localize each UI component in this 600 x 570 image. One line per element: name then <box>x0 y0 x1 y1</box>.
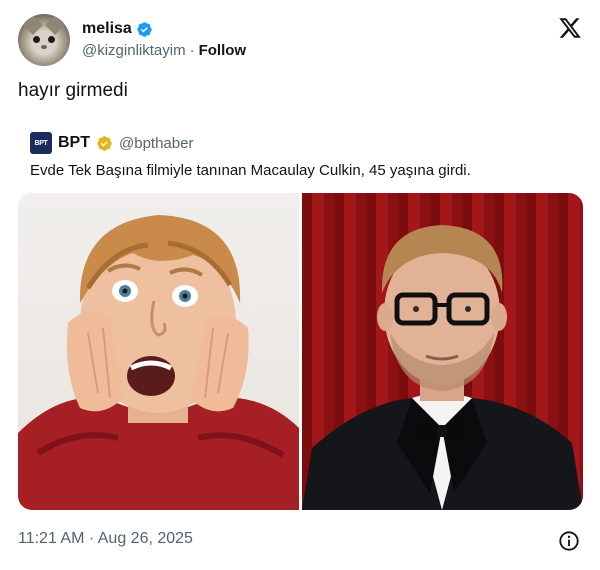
quoted-display-name: BPT <box>58 134 90 151</box>
verified-icon <box>137 21 152 37</box>
author-handle-row: @kizginliktayim · Follow <box>82 42 246 59</box>
photo-red-carpet[interactable] <box>302 193 583 510</box>
quoted-media[interactable] <box>18 193 583 510</box>
info-icon[interactable] <box>558 530 580 552</box>
quoted-tweet-header[interactable]: BPT BPT @bpthaber <box>30 132 193 154</box>
author-handle[interactable]: @kizginliktayim <box>82 42 186 59</box>
quoted-handle: @bpthaber <box>119 134 194 152</box>
bpt-logo-icon: BPT <box>30 132 52 154</box>
author-name-row: melisa <box>82 20 153 38</box>
follow-button[interactable]: Follow <box>199 42 247 59</box>
avatar[interactable] <box>18 14 70 66</box>
separator-dot: · <box>189 42 195 59</box>
tweet-header: melisa @kizginliktayim · Follow <box>18 14 582 66</box>
x-logo-icon[interactable] <box>558 16 582 40</box>
tweet-footer: 11:21 AM · Aug 26, 2025 <box>18 530 582 552</box>
tweet-text: hayır girmedi <box>18 80 128 101</box>
gold-verified-icon <box>97 135 112 151</box>
timestamp[interactable]: 11:21 AM · Aug 26, 2025 <box>18 530 193 547</box>
quoted-tweet-text: Evde Tek Başına filmiyle tanınan Macaula… <box>30 162 471 179</box>
author-display-name[interactable]: melisa <box>82 20 132 38</box>
photo-home-alone-still[interactable] <box>18 193 299 510</box>
